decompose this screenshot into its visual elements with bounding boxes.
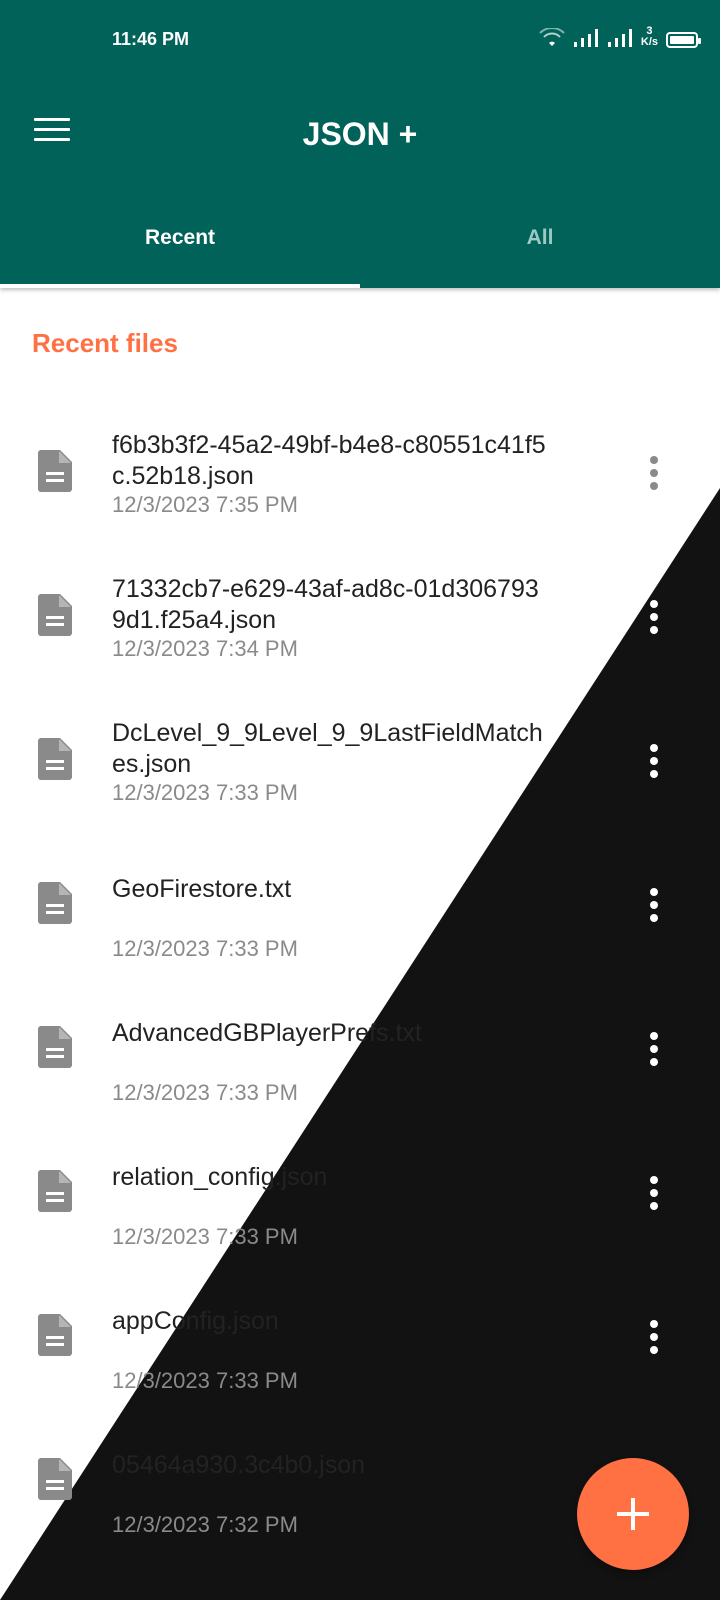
tab-all[interactable]: All	[360, 212, 720, 288]
file-icon	[38, 1458, 72, 1500]
file-name: 05464a930.3c4b0.json	[112, 1451, 366, 1479]
list-item[interactable]: AdvancedGBPlayerPrefs.txt 12/3/2023 7:33…	[0, 986, 720, 1130]
signal-icon	[573, 29, 598, 47]
file-date: 12/3/2023 7:33 PM	[112, 1368, 298, 1393]
more-options-icon[interactable]	[636, 1174, 678, 1216]
more-options-icon[interactable]	[636, 742, 678, 784]
network-speed: 3 K/s	[640, 25, 658, 48]
add-file-button[interactable]	[577, 1458, 689, 1570]
file-date: 12/3/2023 7:33 PM	[112, 1224, 298, 1249]
file-date: 12/3/2023 7:33 PM	[112, 936, 298, 961]
list-item[interactable]: GeoFirestore.txt 12/3/2023 7:33 PM	[0, 842, 720, 986]
signal-icon	[607, 29, 632, 47]
file-name: relation_config.json	[112, 1163, 328, 1191]
file-date: 12/3/2023 7:34 PM	[112, 636, 298, 661]
app-title: JSON +	[302, 116, 418, 152]
file-icon	[38, 450, 72, 492]
list-item[interactable]: f6b3b3f2-45a2-49bf-b4e8-c80551c41f5c.52b…	[0, 410, 720, 554]
file-icon	[38, 738, 72, 780]
battery-icon	[666, 32, 701, 48]
list-item[interactable]: DcLevel_9_9Level_9_9LastFieldMatches.jso…	[0, 698, 720, 842]
file-icon	[38, 1170, 72, 1212]
list-item[interactable]: 71332cb7-e629-43af-ad8c-01d3067939d1.f25…	[0, 554, 720, 698]
recent-files-list: f6b3b3f2-45a2-49bf-b4e8-c80551c41f5c.52b…	[0, 410, 720, 1562]
file-date: 12/3/2023 7:32 PM	[112, 1512, 298, 1537]
more-options-icon[interactable]	[636, 886, 678, 928]
more-options-icon[interactable]	[636, 454, 678, 496]
app-bar: 11:46 PM 3 K/s JSON + Recent All	[0, 0, 720, 288]
more-options-icon[interactable]	[636, 1030, 678, 1072]
status-icons: 3 K/s	[539, 25, 701, 48]
section-title: Recent files	[32, 328, 178, 358]
list-item[interactable]: relation_config.json 12/3/2023 7:33 PM	[0, 1130, 720, 1274]
more-options-icon[interactable]	[636, 1318, 678, 1360]
file-date: 12/3/2023 7:33 PM	[112, 1080, 298, 1105]
file-date: 12/3/2023 7:33 PM	[112, 780, 298, 805]
file-icon	[38, 1314, 72, 1356]
file-name: appConfig.json	[112, 1307, 279, 1335]
list-item[interactable]: appConfig.json 12/3/2023 7:33 PM	[0, 1274, 720, 1418]
file-date: 12/3/2023 7:35 PM	[112, 492, 298, 517]
wifi-icon	[539, 28, 565, 46]
more-options-icon[interactable]	[636, 598, 678, 640]
tab-recent[interactable]: Recent	[0, 212, 360, 288]
file-name: f6b3b3f2-45a2-49bf-b4e8-c80551c41f5c.52b…	[112, 431, 546, 490]
file-name: GeoFirestore.txt	[112, 875, 292, 903]
file-name: DcLevel_9_9Level_9_9LastFieldMatches.jso…	[112, 719, 543, 778]
tab-indicator	[0, 284, 360, 288]
file-name: AdvancedGBPlayerPrefs.txt	[112, 1019, 422, 1047]
file-name: 71332cb7-e629-43af-ad8c-01d3067939d1.f25…	[112, 575, 539, 634]
file-icon	[38, 594, 72, 636]
status-time: 11:46 PM	[112, 29, 190, 49]
file-icon	[38, 1026, 72, 1068]
file-icon	[38, 882, 72, 924]
